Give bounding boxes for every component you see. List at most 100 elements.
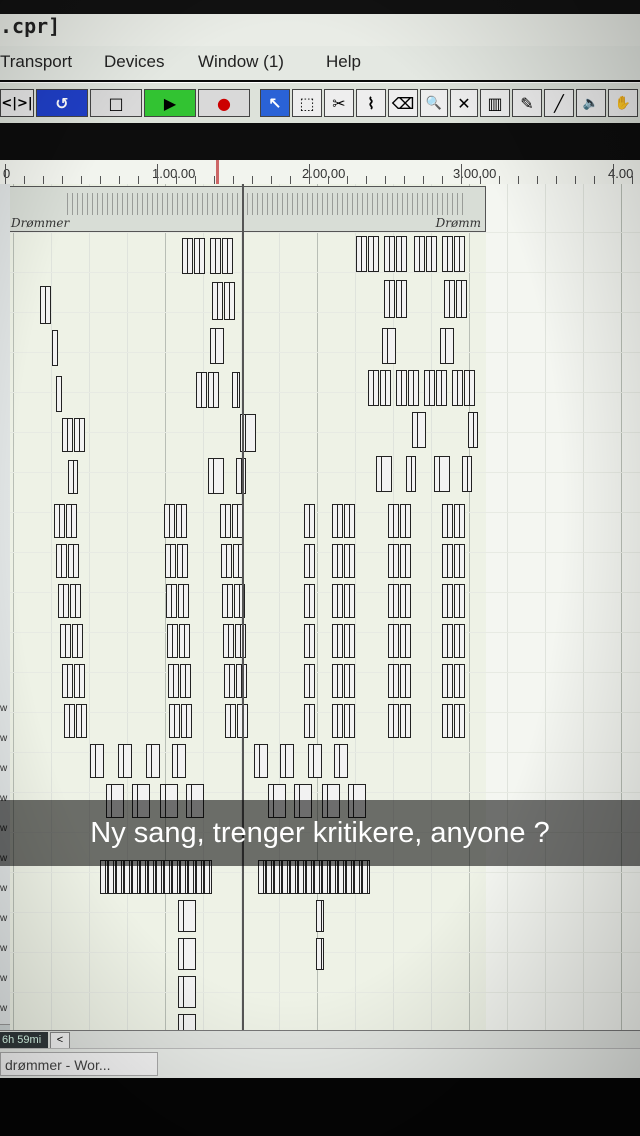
- track-header[interactable]: w: [0, 874, 10, 905]
- timeline-ruler[interactable]: 0 1.00.00 2.00.00 3.00.00 4.00: [0, 160, 640, 185]
- audio-event[interactable]: [368, 370, 379, 406]
- audio-event[interactable]: [384, 280, 395, 318]
- audio-event[interactable]: [56, 544, 67, 578]
- audio-event[interactable]: [58, 584, 69, 618]
- audio-event[interactable]: [380, 370, 391, 406]
- track-header[interactable]: [0, 454, 10, 485]
- audio-event[interactable]: [54, 504, 65, 538]
- track-header[interactable]: [0, 484, 10, 515]
- scroll-left-button[interactable]: <: [50, 1032, 70, 1049]
- play-button[interactable]: ▶: [144, 89, 196, 117]
- track-header[interactable]: w: [0, 724, 10, 755]
- audio-event[interactable]: [332, 504, 343, 538]
- audio-event[interactable]: [388, 704, 399, 738]
- audio-event[interactable]: [176, 504, 187, 538]
- audio-event[interactable]: [400, 664, 411, 698]
- audio-event[interactable]: [376, 456, 392, 492]
- mute-tool[interactable]: ✕: [450, 89, 478, 117]
- audio-event[interactable]: [388, 624, 399, 658]
- audio-event[interactable]: [304, 624, 315, 658]
- stop-button[interactable]: □: [90, 89, 142, 117]
- audio-event[interactable]: [384, 236, 395, 272]
- audio-event[interactable]: [40, 286, 51, 324]
- audio-event[interactable]: [220, 504, 231, 538]
- audio-event[interactable]: [64, 704, 75, 738]
- menu-window[interactable]: Window (1): [198, 52, 284, 72]
- audio-event[interactable]: [178, 976, 196, 1008]
- audio-event[interactable]: [442, 624, 453, 658]
- menu-help[interactable]: Help: [326, 52, 361, 72]
- audio-event[interactable]: [172, 744, 186, 778]
- pointer-tool[interactable]: ↖: [260, 89, 290, 117]
- audio-event[interactable]: [178, 938, 196, 970]
- menu-devices[interactable]: Devices: [104, 52, 164, 72]
- audio-event[interactable]: [344, 504, 355, 538]
- audio-event[interactable]: [221, 544, 232, 578]
- audio-event[interactable]: [52, 330, 58, 366]
- audio-event[interactable]: [454, 664, 465, 698]
- record-button[interactable]: ●: [198, 89, 250, 117]
- audio-event[interactable]: [454, 704, 465, 738]
- audio-event[interactable]: [414, 236, 425, 272]
- audio-event[interactable]: [62, 664, 73, 698]
- audio-event[interactable]: [304, 544, 315, 578]
- audio-event[interactable]: [304, 584, 315, 618]
- audio-event[interactable]: [344, 624, 355, 658]
- audio-event[interactable]: [70, 584, 81, 618]
- erase-tool[interactable]: ⌫: [388, 89, 418, 117]
- audio-event[interactable]: [90, 744, 104, 778]
- audio-event[interactable]: [400, 544, 411, 578]
- menu-transport[interactable]: Transport: [0, 52, 72, 72]
- audio-event[interactable]: [168, 664, 179, 698]
- audio-event[interactable]: [426, 236, 437, 272]
- audio-event[interactable]: [332, 584, 343, 618]
- audio-event[interactable]: [442, 544, 453, 578]
- speaker-tool[interactable]: 🔈: [576, 89, 606, 117]
- audio-event[interactable]: [454, 624, 465, 658]
- audio-event[interactable]: [454, 504, 465, 538]
- track-header[interactable]: [0, 184, 10, 215]
- audio-event[interactable]: [68, 460, 78, 494]
- audio-event[interactable]: [388, 504, 399, 538]
- audio-event[interactable]: [332, 704, 343, 738]
- audio-event[interactable]: [344, 544, 355, 578]
- audio-event[interactable]: [210, 238, 221, 274]
- audio-event[interactable]: [223, 624, 234, 658]
- audio-event[interactable]: [454, 584, 465, 618]
- playhead-marker[interactable]: [216, 160, 219, 184]
- audio-event[interactable]: [388, 664, 399, 698]
- audio-event[interactable]: [72, 624, 83, 658]
- track-header[interactable]: [0, 604, 10, 635]
- audio-event[interactable]: [344, 584, 355, 618]
- audio-event[interactable]: [280, 744, 294, 778]
- track-header[interactable]: [0, 394, 10, 425]
- audio-event[interactable]: [177, 544, 188, 578]
- audio-event[interactable]: [406, 456, 416, 492]
- track-header[interactable]: [0, 634, 10, 665]
- audio-event[interactable]: [388, 584, 399, 618]
- audio-event[interactable]: [332, 544, 343, 578]
- split-tool[interactable]: ✂: [324, 89, 354, 117]
- audio-event[interactable]: [344, 704, 355, 738]
- audio-event[interactable]: [388, 544, 399, 578]
- audio-event[interactable]: [254, 744, 268, 778]
- audio-event[interactable]: [224, 282, 235, 320]
- audio-event[interactable]: [60, 624, 71, 658]
- audio-event[interactable]: [146, 744, 160, 778]
- audio-event[interactable]: [454, 236, 465, 272]
- track-header[interactable]: [0, 574, 10, 605]
- audio-event[interactable]: [440, 328, 454, 364]
- audio-event[interactable]: [196, 372, 207, 408]
- audio-event[interactable]: [316, 900, 324, 932]
- audio-event[interactable]: [400, 584, 411, 618]
- comp-tool[interactable]: ▥: [480, 89, 510, 117]
- audio-event[interactable]: [332, 624, 343, 658]
- audio-event[interactable]: [396, 370, 407, 406]
- zoom-tool[interactable]: 🔍: [420, 89, 448, 117]
- audio-event[interactable]: [224, 664, 235, 698]
- audio-event[interactable]: [208, 372, 219, 408]
- audio-event[interactable]: [452, 370, 463, 406]
- audio-event[interactable]: [56, 376, 62, 412]
- track-header[interactable]: [0, 544, 10, 575]
- audio-event[interactable]: [74, 664, 85, 698]
